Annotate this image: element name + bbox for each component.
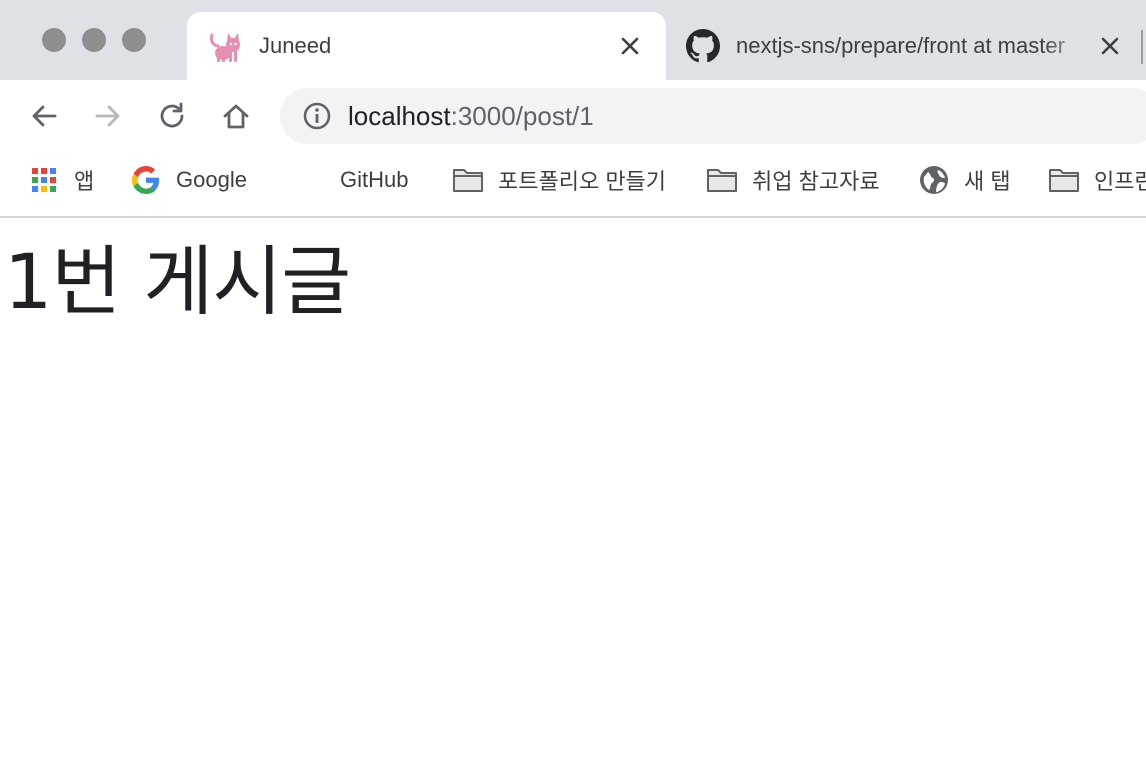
close-icon[interactable] [1096,32,1124,60]
bookmark-github[interactable]: GitHub [326,162,408,198]
home-icon [223,104,249,129]
window-zoom-dot[interactable] [122,28,146,52]
browser-window: Juneed nextjs-sns/prepare/front at maste… [0,0,1146,774]
folder-icon [706,164,738,196]
back-button[interactable] [24,96,64,136]
url-path: :3000/post/1 [450,100,594,131]
window-close-dot[interactable] [42,28,66,52]
tab-juneed[interactable]: Juneed [187,12,666,80]
bookmark-apps[interactable]: 앱 [28,162,94,198]
browser-toolbar: localhost:3000/post/1 [0,80,1146,152]
reload-icon [160,102,184,128]
google-icon [130,164,162,196]
bookmark-folder-portfolio[interactable]: 포트폴리오 만들기 [452,162,666,198]
address-bar[interactable]: localhost:3000/post/1 [280,88,1146,144]
bookmarks-bar: 앱 Google GitHub 포트폴리오 만들기 취업 참고자료 새 탭 인프 [0,152,1146,218]
bookmark-label: GitHub [340,167,409,192]
tab-title: Juneed [259,33,332,58]
window-minimize-dot[interactable] [82,28,106,52]
bookmark-label: Google [176,167,247,192]
bookmark-folder-job[interactable]: 취업 참고자료 [706,162,880,198]
folder-icon [1048,164,1080,196]
folder-icon [452,164,484,196]
bookmark-label: 포트폴리오 만들기 [498,169,667,194]
bookmark-label: 취업 참고자료 [752,169,880,194]
tab-title: nextjs-sns/prepare/front at master [736,33,1065,58]
arrow-left-icon [32,105,57,127]
tab-github[interactable]: nextjs-sns/prepare/front at master [686,12,1146,80]
arrow-right-icon [95,105,120,127]
page-content: 1번 게시글 [0,218,1146,774]
apps-grid-icon [28,164,60,196]
bookmark-label: 새 탭 [964,169,1011,194]
url-text[interactable]: localhost:3000/post/1 [348,101,594,132]
cat-icon [209,29,243,63]
tab-strip: Juneed nextjs-sns/prepare/front at maste… [0,0,1146,80]
bookmark-label: 앱 [74,169,95,194]
tab-divider [1141,30,1143,64]
close-icon[interactable] [616,32,644,60]
page-title: 1번 게시글 [4,237,351,326]
github-icon [686,29,720,63]
bookmark-folder-inflearn[interactable]: 인프런 [1048,162,1146,198]
info-icon[interactable] [302,101,332,131]
bookmark-label: 인프런 [1094,169,1146,194]
bookmark-new-tab[interactable]: 새 탭 [918,162,1011,198]
globe-icon [918,164,950,196]
forward-button[interactable] [88,96,128,136]
reload-button[interactable] [152,96,192,136]
bookmark-google[interactable]: Google [130,162,247,198]
url-host: localhost [348,100,451,131]
home-button[interactable] [216,96,256,136]
